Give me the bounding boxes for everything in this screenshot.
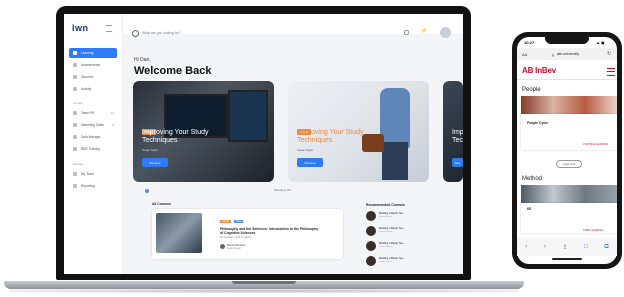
card-title: People Cycle [527, 121, 549, 125]
resume-button[interactable]: Resume [297, 158, 323, 167]
card-title: Imp Tech [452, 129, 463, 144]
group-icon [73, 123, 77, 127]
card-author: Susan Taylor [142, 148, 159, 152]
card-image-person [380, 88, 410, 148]
group-icon [73, 147, 77, 151]
activity-icon [73, 87, 77, 91]
recommended-thumbnail [366, 256, 376, 266]
section-people: People [522, 87, 541, 93]
start-learning-link[interactable]: START LEARNING [583, 229, 603, 232]
sidebar-item-learning[interactable]: Learning [69, 48, 117, 58]
notification-bell-icon[interactable] [404, 30, 409, 35]
card-author: Susan Taylor [297, 148, 314, 152]
group-icon [73, 111, 77, 115]
sidebar-group-item[interactable]: Data Manage... [69, 132, 117, 142]
card-image-monitor [228, 90, 268, 142]
group-icon [73, 135, 77, 139]
sidebar-section-manage: Manage [73, 162, 84, 166]
back-icon[interactable]: ‹ [525, 244, 527, 250]
page-title: Welcome Back [134, 65, 212, 77]
course-tag-new: New [234, 220, 244, 223]
team-icon [73, 172, 77, 176]
carousel-indicator[interactable] [145, 189, 149, 193]
continue-learning-link[interactable]: CONTINUE LEARNING [583, 143, 608, 146]
recommended-item[interactable]: Building a Better Tea... Senior Expert [366, 226, 446, 238]
home-indicator [552, 258, 582, 260]
card-title: Improving Your Study Techniques [142, 129, 209, 144]
course-author-role: Senior Expert [227, 248, 241, 250]
recommended-heading: Recommended Courses [366, 203, 405, 207]
recommended-item[interactable]: Building a Better Tea... Senior Expert [366, 241, 446, 253]
phone-notch [545, 37, 589, 44]
group-count-badge: 8 [112, 123, 114, 127]
forward-icon[interactable]: › [544, 244, 546, 250]
group-count-badge: 12 [111, 111, 114, 115]
card-title: 6S [527, 207, 532, 211]
url-text[interactable]: abi.university [557, 52, 579, 56]
sidebar-group-item[interactable]: Marketing Sales 8 [69, 120, 117, 130]
recommended-thumbnail [366, 211, 376, 221]
all-courses-heading: All Courses [152, 202, 171, 206]
author-avatar [220, 244, 225, 249]
course-thumbnail [156, 213, 202, 253]
course-author: Daniel Donovan [227, 244, 246, 247]
lightning-icon[interactable]: ⚡ [421, 28, 427, 34]
sidebar-item-assessments[interactable]: Assessments [69, 60, 117, 70]
lock-icon: 🔒 [551, 53, 555, 57]
assessments-icon [73, 63, 77, 67]
reader-aa-button[interactable]: AA [522, 52, 527, 57]
card-image-person [382, 142, 408, 180]
carousel-label: Showing 1/3 [274, 188, 291, 192]
method-image [521, 185, 617, 203]
course-title: Philosophy and the Sciences: Introductio… [220, 227, 319, 235]
laptop-notch [232, 281, 296, 284]
section-method: Method [522, 176, 543, 182]
load-more-button[interactable]: Load more [556, 160, 582, 168]
course-meta: 4h Duration • 234 Students [220, 236, 252, 239]
phone-time: 10:27 [524, 40, 535, 45]
reporting-icon [73, 184, 77, 188]
greeting-text: Hi Dan, [134, 57, 151, 63]
laptop-screen: lwn Learning Assessments Discover Activi… [64, 14, 463, 274]
tabs-icon[interactable]: ⧉ [604, 244, 608, 251]
share-icon[interactable]: ⇪ [563, 244, 568, 251]
card-title: Improving Your Study Techniques [297, 129, 364, 144]
recommended-item[interactable]: Building a Better Tea... Senior Expert [366, 256, 446, 268]
resume-button[interactable]: Res [452, 158, 463, 167]
discover-icon [73, 75, 77, 79]
divider [517, 79, 617, 80]
resume-button[interactable]: Resume [142, 158, 168, 167]
people-image [521, 96, 617, 114]
hamburger-menu-icon[interactable] [607, 68, 615, 76]
course-tag: Article [220, 220, 232, 223]
sidebar-item-reporting[interactable]: Reporting [69, 181, 117, 191]
status-icons: ▲ ◼ [596, 40, 605, 45]
sidebar-group-item[interactable]: Team HR 12 [69, 108, 117, 118]
sidebar-item-my-team[interactable]: My Team [69, 169, 117, 179]
app-logo[interactable]: lwn [72, 23, 89, 33]
sidebar-item-activity[interactable]: Activity [69, 84, 117, 94]
sidebar-group-item[interactable]: BDR Training [69, 144, 117, 154]
recommended-thumbnail [366, 226, 376, 236]
sidebar-section-groups: Groups [73, 101, 83, 105]
learning-icon [73, 51, 77, 55]
sidebar-item-discover[interactable]: Discover [69, 72, 117, 82]
laptop-shadow [10, 289, 518, 293]
brand-logo[interactable]: AB InBev [522, 66, 556, 75]
sidebar: lwn Learning Assessments Discover Activi… [64, 14, 123, 274]
hamburger-menu-icon [607, 70, 615, 72]
search-icon[interactable] [132, 30, 139, 37]
recommended-thumbnail [366, 241, 376, 251]
hamburger-menu-icon[interactable] [106, 25, 112, 32]
user-avatar[interactable] [440, 27, 451, 38]
search-input[interactable]: What are you looking for? [142, 31, 181, 35]
recommended-item[interactable]: Building a Better Tea... Senior Expert [366, 211, 446, 223]
reload-icon[interactable]: ↻ [607, 51, 611, 57]
browser-toolbar: ‹ › ⇪ □ ⧉ [517, 238, 617, 256]
bookmarks-icon[interactable]: □ [584, 244, 588, 250]
